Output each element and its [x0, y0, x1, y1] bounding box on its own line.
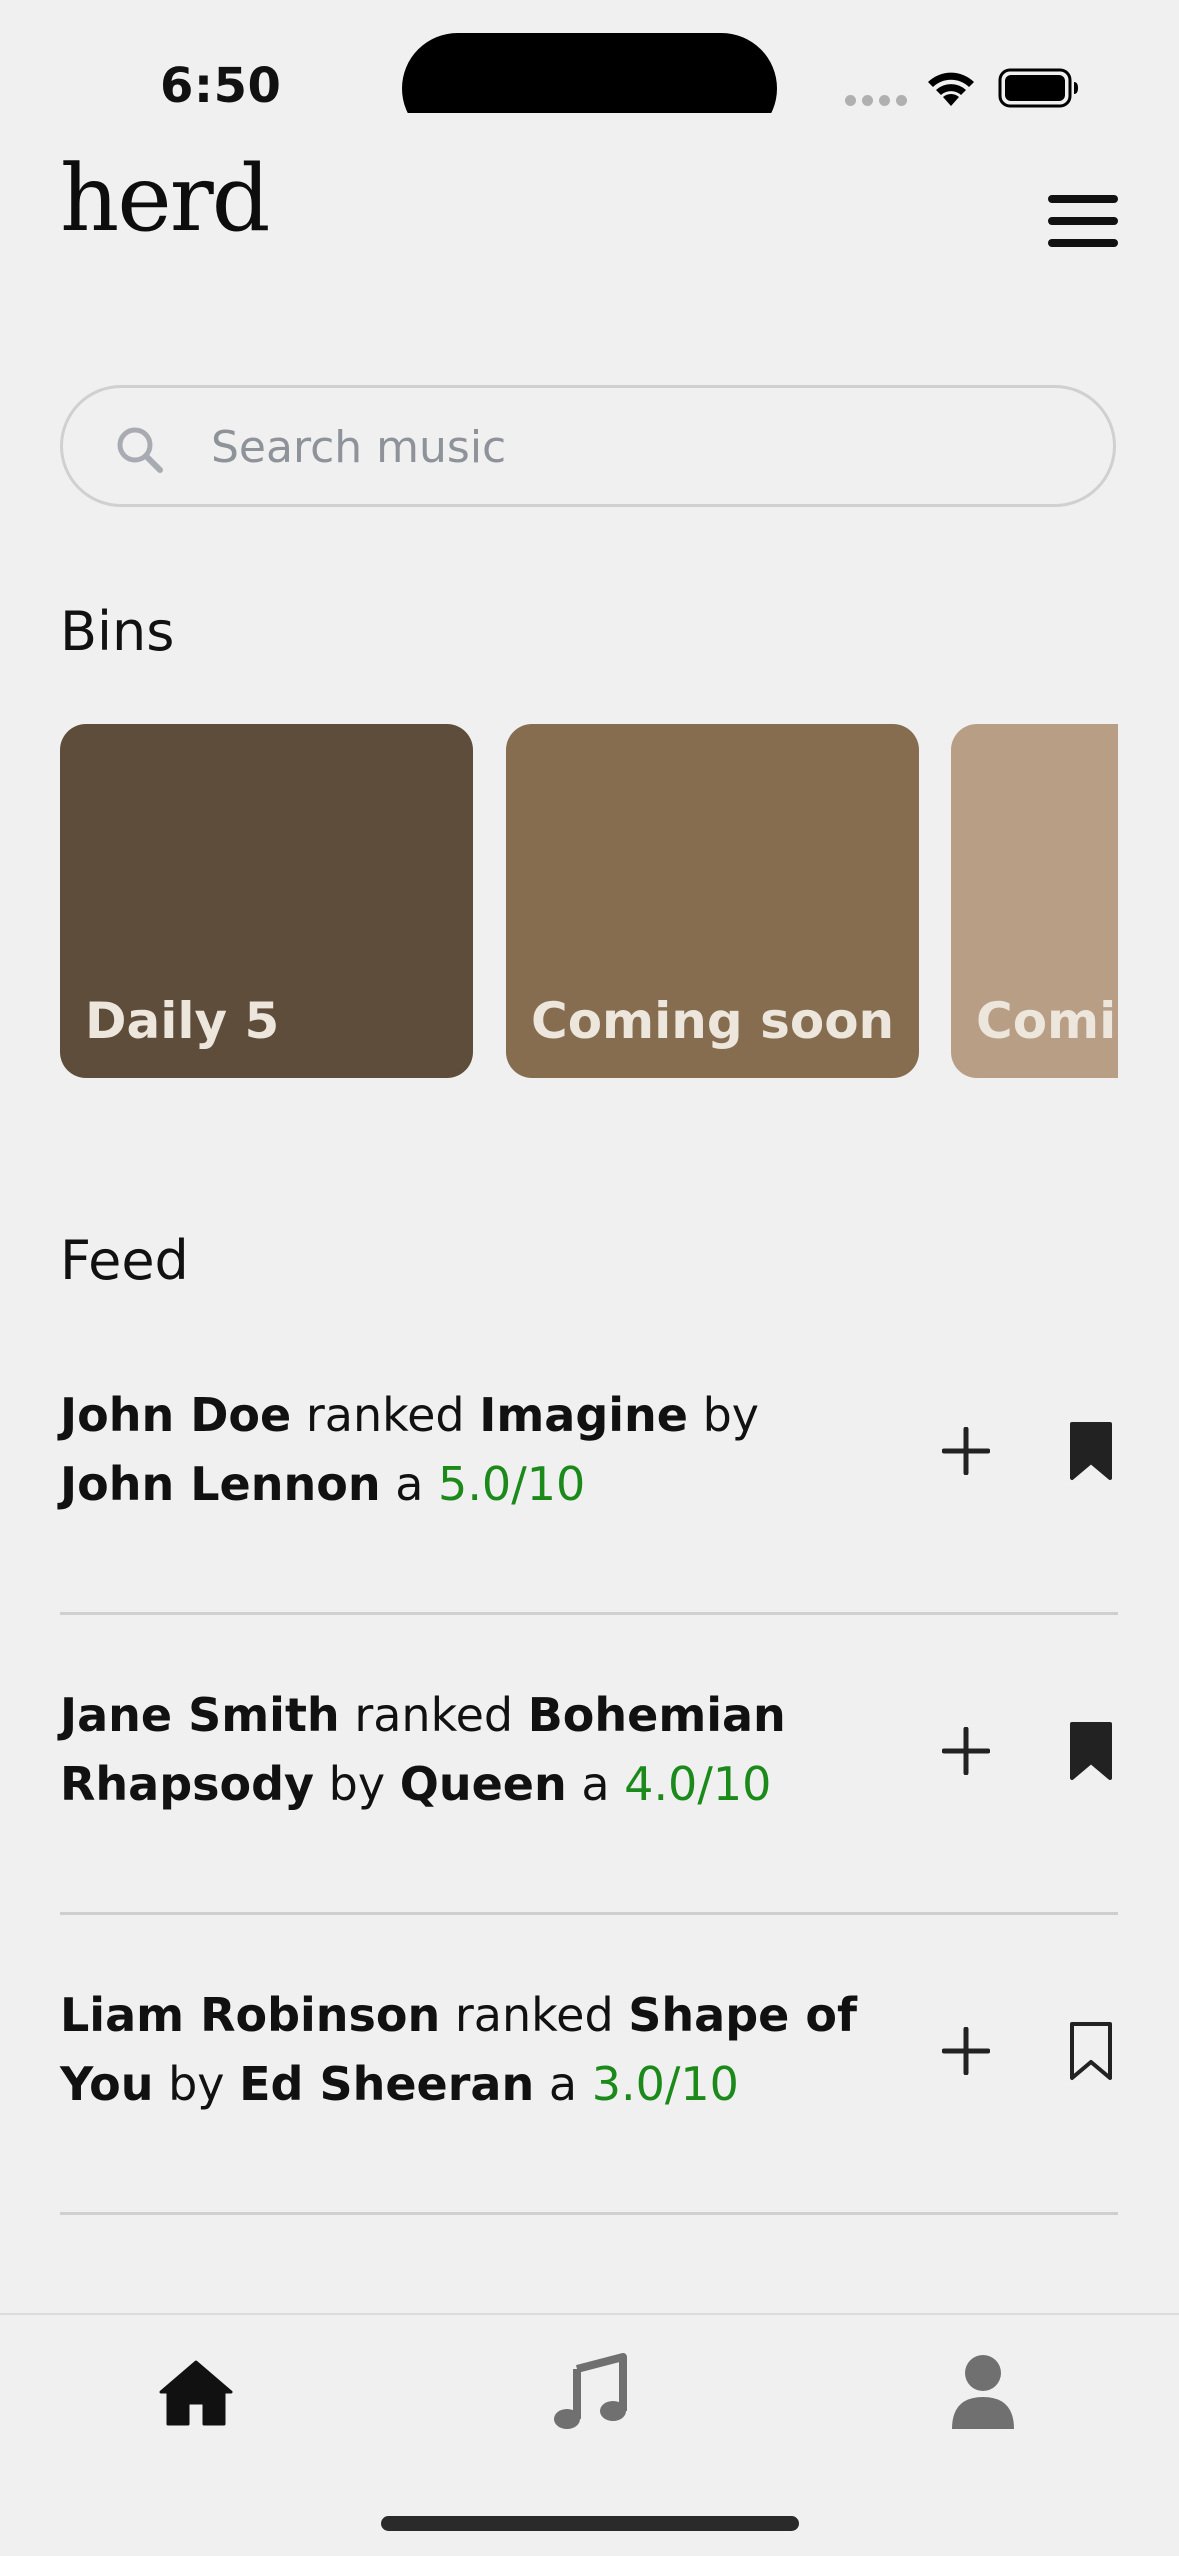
add-icon[interactable] [942, 2027, 990, 2075]
feed-verb: ranked [454, 1988, 614, 2042]
feed-artist[interactable]: Ed Sheeran [239, 2057, 534, 2111]
status-time: 6:50 [160, 58, 282, 114]
wifi-icon [928, 72, 974, 106]
feed-article: a [548, 2057, 578, 2111]
feed-section-title: Feed [60, 1229, 189, 1292]
feed-by: by [702, 1388, 760, 1442]
feed-item: Jane Smith ranked Bohemian Rhapsody by Q… [60, 1681, 1118, 1981]
add-icon[interactable] [942, 1427, 990, 1475]
feed-artist[interactable]: John Lennon [60, 1457, 381, 1511]
search-icon [117, 427, 163, 473]
feed-song[interactable]: Imagine [479, 1388, 688, 1442]
bin-label: Coming soon [976, 992, 1118, 1050]
bin-card-coming-soon[interactable]: Coming soon [506, 724, 919, 1078]
feed-score: 5.0/10 [438, 1457, 586, 1511]
feed-item-text: Jane Smith ranked Bohemian Rhapsody by Q… [60, 1681, 860, 1819]
bookmark-outline-icon[interactable] [1068, 2021, 1114, 2081]
search-input[interactable] [209, 408, 1073, 486]
feed-user[interactable]: Jane Smith [60, 1688, 340, 1742]
search-bar[interactable] [60, 385, 1116, 507]
feed-divider [60, 1612, 1118, 1615]
bin-label: Daily 5 [85, 992, 280, 1050]
bins-section-title: Bins [60, 600, 175, 663]
feed-divider [60, 1912, 1118, 1915]
feed-item-text: John Doe ranked Imagine by John Lennon a… [60, 1381, 860, 1519]
bookmark-filled-icon[interactable] [1068, 1721, 1114, 1781]
feed-verb: ranked [305, 1388, 465, 1442]
add-icon[interactable] [942, 1727, 990, 1775]
feed-user[interactable]: Liam Robinson [60, 1988, 440, 2042]
feed-score: 4.0/10 [624, 1757, 772, 1811]
bin-card-coming-soon-2[interactable]: Coming soon [951, 724, 1118, 1078]
feed-by: by [328, 1757, 386, 1811]
feed-user[interactable]: John Doe [60, 1388, 291, 1442]
bookmark-filled-icon[interactable] [1068, 1421, 1114, 1481]
feed-score: 3.0/10 [591, 2057, 739, 2111]
profile-icon[interactable] [950, 2353, 1016, 2431]
home-indicator[interactable] [381, 2516, 799, 2531]
feed-item-text: Liam Robinson ranked Shape of You by Ed … [60, 1981, 860, 2119]
app-screen: 6:50 herd Bins Daily 5 C [0, 0, 1179, 2556]
feed-verb: ranked [354, 1688, 514, 1742]
feed-divider [60, 2212, 1118, 2215]
feed-article: a [395, 1457, 424, 1511]
battery-icon [998, 68, 1078, 108]
feed-item: John Doe ranked Imagine by John Lennon a… [60, 1381, 1118, 1681]
home-icon[interactable] [158, 2359, 234, 2427]
cellular-signal-icon [845, 95, 907, 106]
app-logo: herd [60, 145, 271, 252]
hamburger-menu-icon[interactable] [1048, 191, 1118, 251]
bin-label: Coming soon [531, 992, 895, 1050]
app-header: herd [60, 113, 1118, 323]
feed-by: by [168, 2057, 225, 2111]
feed-artist[interactable]: Queen [400, 1757, 567, 1811]
bins-carousel[interactable]: Daily 5 Coming soon Coming soon [60, 724, 1118, 1078]
bin-card-daily-5[interactable]: Daily 5 [60, 724, 473, 1078]
music-note-icon[interactable] [551, 2353, 629, 2431]
feed-article: a [581, 1757, 610, 1811]
feed-item: Liam Robinson ranked Shape of You by Ed … [60, 1981, 1118, 2281]
